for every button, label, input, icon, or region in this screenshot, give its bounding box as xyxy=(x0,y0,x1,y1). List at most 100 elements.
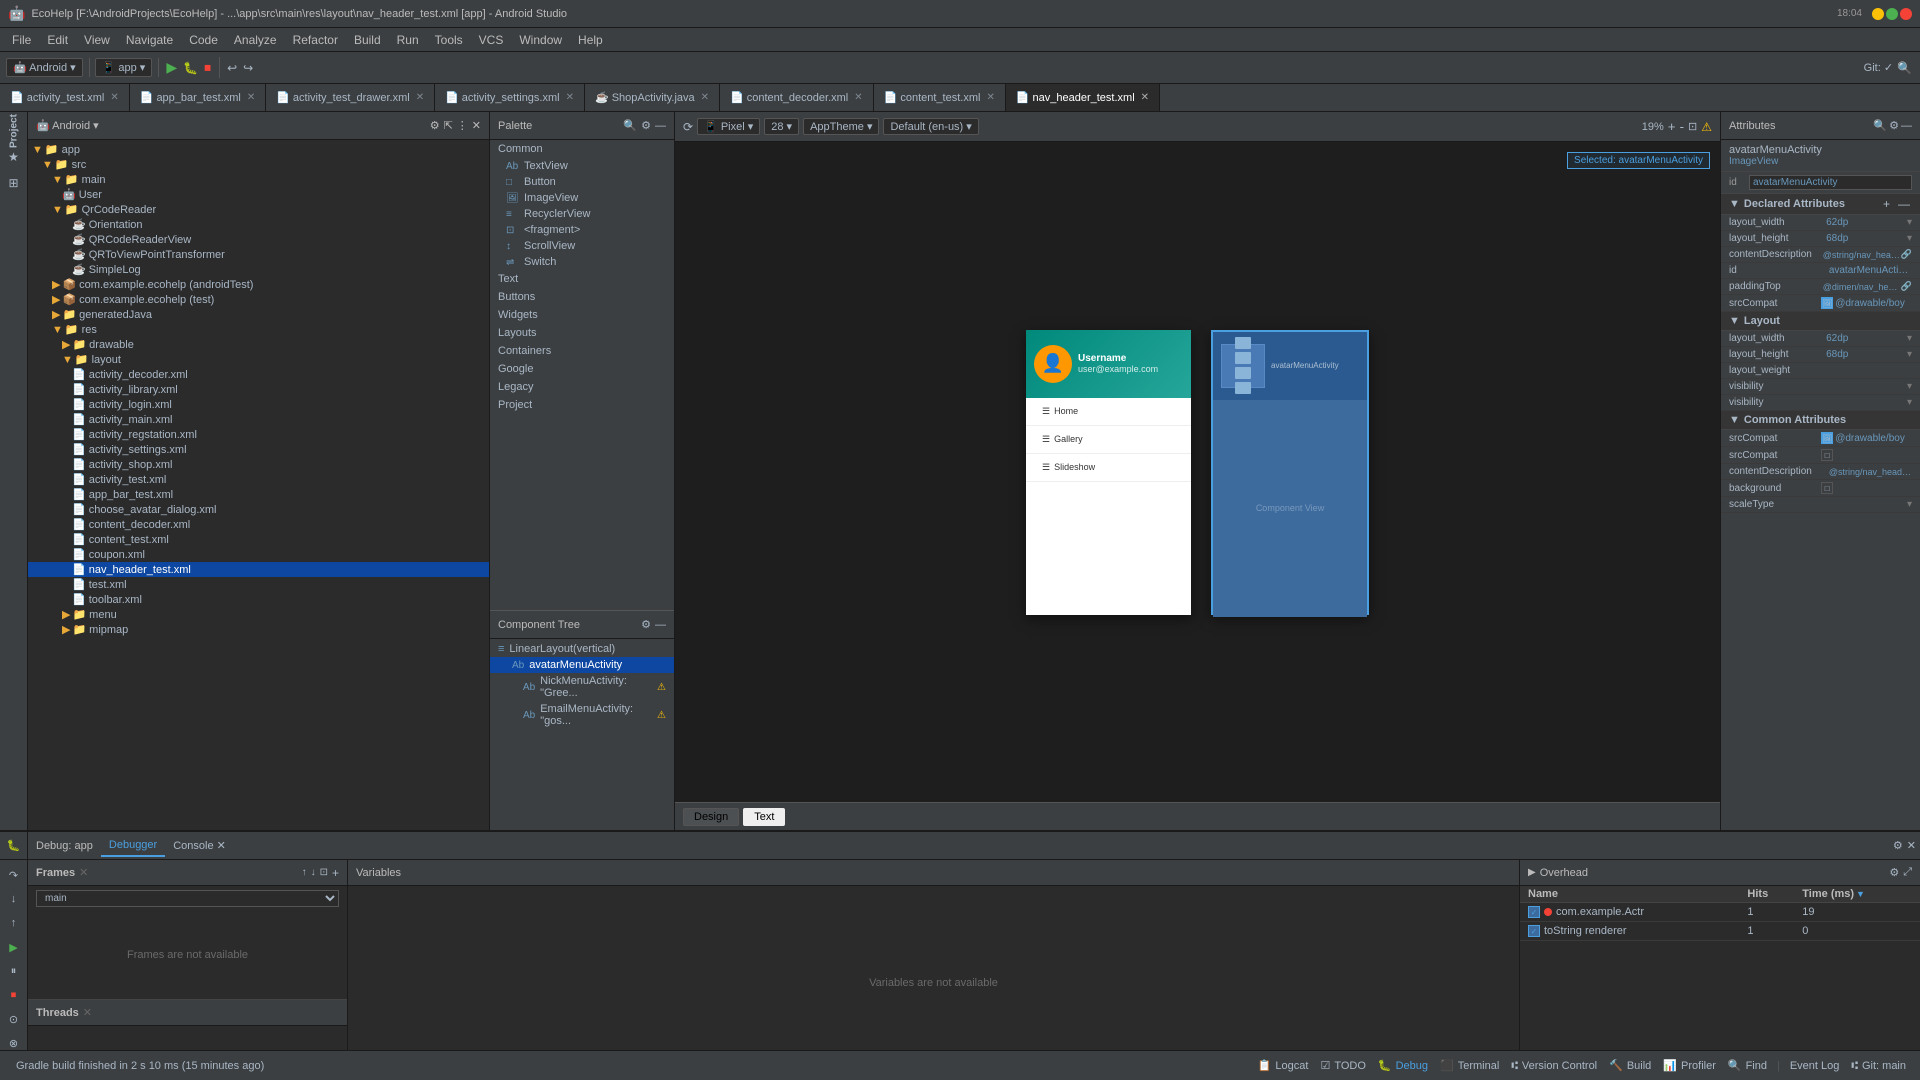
tab-close-icon[interactable]: ✕ xyxy=(110,92,118,103)
step-over-button[interactable]: ↷ xyxy=(3,864,25,886)
dropdown-icon[interactable]: ▾ xyxy=(1907,381,1912,392)
sync-icon[interactable]: ⚙ xyxy=(430,119,440,132)
tree-item-activity-test-xml[interactable]: 📄 activity_test.xml xyxy=(28,472,489,487)
tree-item-generatedjava[interactable]: ▶ 📁 generatedJava xyxy=(28,307,489,322)
tree-item-layout[interactable]: ▼ 📁 layout xyxy=(28,352,489,367)
tree-item-nav-header-test-xml[interactable]: 📄 nav_header_test.xml xyxy=(28,562,489,577)
status-event-log[interactable]: Event Log xyxy=(1784,1060,1846,1072)
debug-close-button[interactable]: ✕ xyxy=(1907,839,1916,852)
orientation-button[interactable]: ⟳ xyxy=(683,120,693,134)
palette-section-project[interactable]: Project xyxy=(490,396,674,414)
undo-button[interactable]: ↩ xyxy=(225,59,239,77)
menu-edit[interactable]: Edit xyxy=(39,31,76,49)
close-panel-icon[interactable]: ✕ xyxy=(472,119,481,132)
attr-value[interactable]: @drawable/boy xyxy=(1835,298,1912,309)
comp-tree-close-button[interactable]: — xyxy=(655,619,666,631)
locale-dropdown[interactable]: Default (en-us) ▾ xyxy=(883,118,978,135)
tree-item-qrcodereaderview[interactable]: ☕ QRCodeReaderView xyxy=(28,232,489,247)
palette-item-button[interactable]: □ Button xyxy=(490,174,674,190)
tree-item-coupon-xml[interactable]: 📄 coupon.xml xyxy=(28,547,489,562)
design-tab[interactable]: Design xyxy=(683,808,739,826)
link-icon[interactable]: 🔗 xyxy=(1901,249,1912,260)
menu-code[interactable]: Code xyxy=(181,31,226,49)
attr-settings-button[interactable]: ⚙ xyxy=(1889,119,1899,132)
dropdown-icon[interactable]: ▾ xyxy=(1907,217,1912,228)
tree-item-activity-login-xml[interactable]: 📄 activity_login.xml xyxy=(28,397,489,412)
status-build[interactable]: 🔨 Build xyxy=(1603,1059,1657,1072)
tree-item-ecohelp-androidtest[interactable]: ▶ 📦 com.example.ecohelp (androidTest) xyxy=(28,277,489,292)
tab-activity-test-xml[interactable]: 📄 activity_test.xml ✕ xyxy=(0,84,130,112)
tree-item-activity-shop-xml[interactable]: 📄 activity_shop.xml xyxy=(28,457,489,472)
android-selector[interactable]: 🤖 Android ▾ xyxy=(36,119,99,132)
layout-section[interactable]: ▼ Layout xyxy=(1721,312,1920,331)
menu-build[interactable]: Build xyxy=(346,31,389,49)
tab-shop-activity-java[interactable]: ☕ ShopActivity.java ✕ xyxy=(585,84,720,112)
tree-item-menu[interactable]: ▶ 📁 menu xyxy=(28,607,489,622)
settings-icon[interactable]: ⋮ xyxy=(457,119,468,132)
common-attributes-section[interactable]: ▼ Common Attributes xyxy=(1721,411,1920,430)
zoom-in-button[interactable]: + xyxy=(1668,119,1676,134)
api-dropdown[interactable]: 28 ▾ xyxy=(764,118,799,135)
attr-value[interactable]: avatarMenuActivity xyxy=(1829,265,1912,276)
palette-settings-button[interactable]: ⚙ xyxy=(641,119,651,132)
comp-tree-email-menu-activity[interactable]: Ab EmailMenuActivity: "gos... ⚠ xyxy=(490,701,674,729)
tree-item-activity-regstation-xml[interactable]: 📄 activity_regstation.xml xyxy=(28,427,489,442)
dropdown-icon[interactable]: ▾ xyxy=(1907,333,1912,344)
tree-item-content-test-xml[interactable]: 📄 content_test.xml xyxy=(28,532,489,547)
tree-item-src[interactable]: ▼ 📁 src xyxy=(28,157,489,172)
minimize-button[interactable] xyxy=(1872,8,1884,20)
frames-filter-button[interactable]: ⊡ xyxy=(320,867,328,878)
palette-item-fragment[interactable]: ⊡ <fragment> xyxy=(490,222,674,238)
status-profiler[interactable]: 📊 Profiler xyxy=(1657,1059,1722,1072)
tab-close-icon[interactable]: ✕ xyxy=(1141,92,1149,103)
android-sdk-selector[interactable]: 🤖 Android ▾ xyxy=(6,58,83,77)
dropdown-icon[interactable]: ▾ xyxy=(1907,397,1912,408)
tree-item-main[interactable]: ▼ 📁 main xyxy=(28,172,489,187)
tab-close-icon[interactable]: ✕ xyxy=(701,92,709,103)
palette-section-layouts[interactable]: Layouts xyxy=(490,324,674,342)
tab-nav-header-test-xml[interactable]: 📄 nav_header_test.xml ✕ xyxy=(1006,84,1160,112)
menu-vcs[interactable]: VCS xyxy=(471,31,512,49)
attr-value[interactable]: 68dp xyxy=(1826,349,1907,360)
menu-window[interactable]: Window xyxy=(511,31,570,49)
status-version-control[interactable]: ⑆ Version Control xyxy=(1505,1060,1603,1072)
status-todo[interactable]: ☑ TODO xyxy=(1314,1059,1371,1072)
debug-tab-console[interactable]: Console ✕ xyxy=(165,835,234,856)
frames-add-button[interactable]: + xyxy=(332,866,339,880)
tab-close-icon[interactable]: ✕ xyxy=(566,92,574,103)
tree-item-orientation[interactable]: ☕ Orientation xyxy=(28,217,489,232)
palette-section-text[interactable]: Text xyxy=(490,270,674,288)
collapse-icon[interactable]: ⇱ xyxy=(444,119,453,132)
comp-tree-avatar-menu-activity[interactable]: Ab avatarMenuActivity xyxy=(490,657,674,673)
tab-app-bar-test-xml[interactable]: 📄 app_bar_test.xml ✕ xyxy=(130,84,266,112)
remove-attr-button[interactable]: — xyxy=(1896,197,1912,211)
thread-selector[interactable]: main xyxy=(36,890,339,907)
step-into-button[interactable]: ↓ xyxy=(3,888,25,910)
step-out-button[interactable]: ↑ xyxy=(3,912,25,934)
git-branch[interactable]: ⑆ Git: main xyxy=(1845,1060,1912,1072)
attr-search-button[interactable]: 🔍 xyxy=(1873,119,1887,132)
status-terminal[interactable]: ⬛ Terminal xyxy=(1434,1059,1505,1072)
attr-close-button[interactable]: — xyxy=(1901,119,1912,132)
structure-icon[interactable]: ⊞ xyxy=(3,172,25,194)
menu-help[interactable]: Help xyxy=(570,31,611,49)
tab-close-icon[interactable]: ✕ xyxy=(986,92,994,103)
palette-section-common[interactable]: Common xyxy=(490,140,674,158)
checkbox-1[interactable]: ✓ xyxy=(1528,906,1540,918)
theme-dropdown[interactable]: AppTheme ▾ xyxy=(803,118,879,135)
attr-value[interactable]: @dimen/nav_header_vert xyxy=(1823,282,1901,292)
favorites-icon[interactable]: ★ xyxy=(3,146,25,168)
menu-file[interactable]: File xyxy=(4,31,39,49)
dropdown-icon[interactable]: ▾ xyxy=(1907,233,1912,244)
attr-value[interactable]: @string/nav_header_desc xyxy=(1829,467,1912,477)
dropdown-icon[interactable]: ▾ xyxy=(1907,499,1912,510)
debug-tab-debugger[interactable]: Debugger xyxy=(101,835,165,857)
tree-item-toolbar-xml[interactable]: 📄 toolbar.xml xyxy=(28,592,489,607)
tree-item-qrcode-reader[interactable]: ▼ 📁 QrCodeReader xyxy=(28,202,489,217)
tab-content-decoder-xml[interactable]: 📄 content_decoder.xml ✕ xyxy=(720,84,874,112)
tree-item-simplelog[interactable]: ☕ SimpleLog xyxy=(28,262,489,277)
palette-item-textview[interactable]: Ab TextView xyxy=(490,158,674,174)
tab-content-test-xml[interactable]: 📄 content_test.xml ✕ xyxy=(874,84,1006,112)
palette-section-buttons[interactable]: Buttons xyxy=(490,288,674,306)
declared-attributes-section[interactable]: ▼ Declared Attributes + — xyxy=(1721,194,1920,215)
